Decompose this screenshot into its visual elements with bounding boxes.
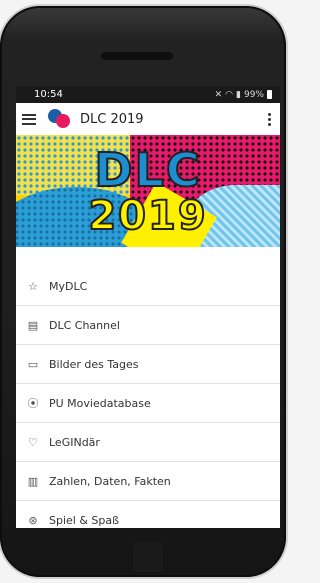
nav-item-zahlen-daten-fakten[interactable]: ▥ Zahlen, Daten, Fakten	[16, 462, 280, 501]
ball-icon: ⊛	[28, 513, 38, 527]
status-icons: ✕ ◠ ▮ 99%	[215, 90, 272, 100]
nav-item-spiel-spass[interactable]: ⊛ Spiel & Spaß	[16, 501, 280, 528]
channel-icon: ▤	[27, 318, 39, 332]
play-icon: ⦿	[27, 397, 39, 410]
folder-icon: ▭	[27, 357, 39, 371]
battery-icon	[267, 90, 272, 99]
signal-icon: ▮	[236, 89, 241, 100]
nav-list: ☆ MyDLC ▤ DLC Channel ▭ Bilder des Tages…	[16, 247, 280, 528]
nav-item-mydlc[interactable]: ☆ MyDLC	[16, 267, 280, 306]
home-button[interactable]	[133, 542, 163, 572]
nav-item-bilder-des-tages[interactable]: ▭ Bilder des Tages	[16, 345, 280, 384]
nav-item-label: Bilder des Tages	[49, 357, 139, 371]
bar-chart-icon: ▥	[27, 474, 39, 488]
app-logo	[46, 108, 72, 130]
nav-item-label: DLC Channel	[49, 318, 120, 332]
nav-item-label: LeGINdär	[49, 435, 100, 449]
speaker-grille	[101, 52, 173, 60]
nav-item-dlc-channel[interactable]: ▤ DLC Channel	[16, 306, 280, 345]
banner-year: 2019	[87, 192, 208, 240]
overflow-menu-icon[interactable]	[268, 112, 272, 126]
nav-item-pu-moviedatabase[interactable]: ⦿ PU Moviedatabase	[16, 384, 280, 423]
nav-item-label: Zahlen, Daten, Fakten	[49, 474, 171, 488]
mute-icon: ✕	[214, 89, 223, 100]
wifi-icon: ◠	[225, 89, 234, 100]
nav-item-legindar[interactable]: ♡ LeGINdär	[16, 423, 280, 462]
nav-item-label: Spiel & Spaß	[49, 513, 120, 527]
status-time: 10:54	[34, 89, 63, 100]
app-title: DLC 2019	[80, 111, 144, 127]
star-icon: ☆	[28, 279, 38, 293]
heart-icon: ♡	[28, 435, 38, 449]
nav-item-label: PU Moviedatabase	[49, 396, 151, 410]
app-bar: DLC 2019	[16, 103, 280, 135]
header-banner: DLC 2019	[16, 135, 280, 247]
phone-frame: 10:54 ✕ ◠ ▮ 99% DLC 2019 DLC 2019 ☆ MyDL…	[0, 6, 286, 577]
banner-title: DLC	[93, 142, 202, 198]
nav-item-label: MyDLC	[49, 279, 88, 293]
screen: 10:54 ✕ ◠ ▮ 99% DLC 2019 DLC 2019 ☆ MyDL…	[16, 86, 280, 528]
status-bar: 10:54 ✕ ◠ ▮ 99%	[16, 86, 280, 103]
battery-percent: 99%	[243, 89, 264, 100]
hamburger-menu-icon[interactable]	[22, 113, 36, 125]
